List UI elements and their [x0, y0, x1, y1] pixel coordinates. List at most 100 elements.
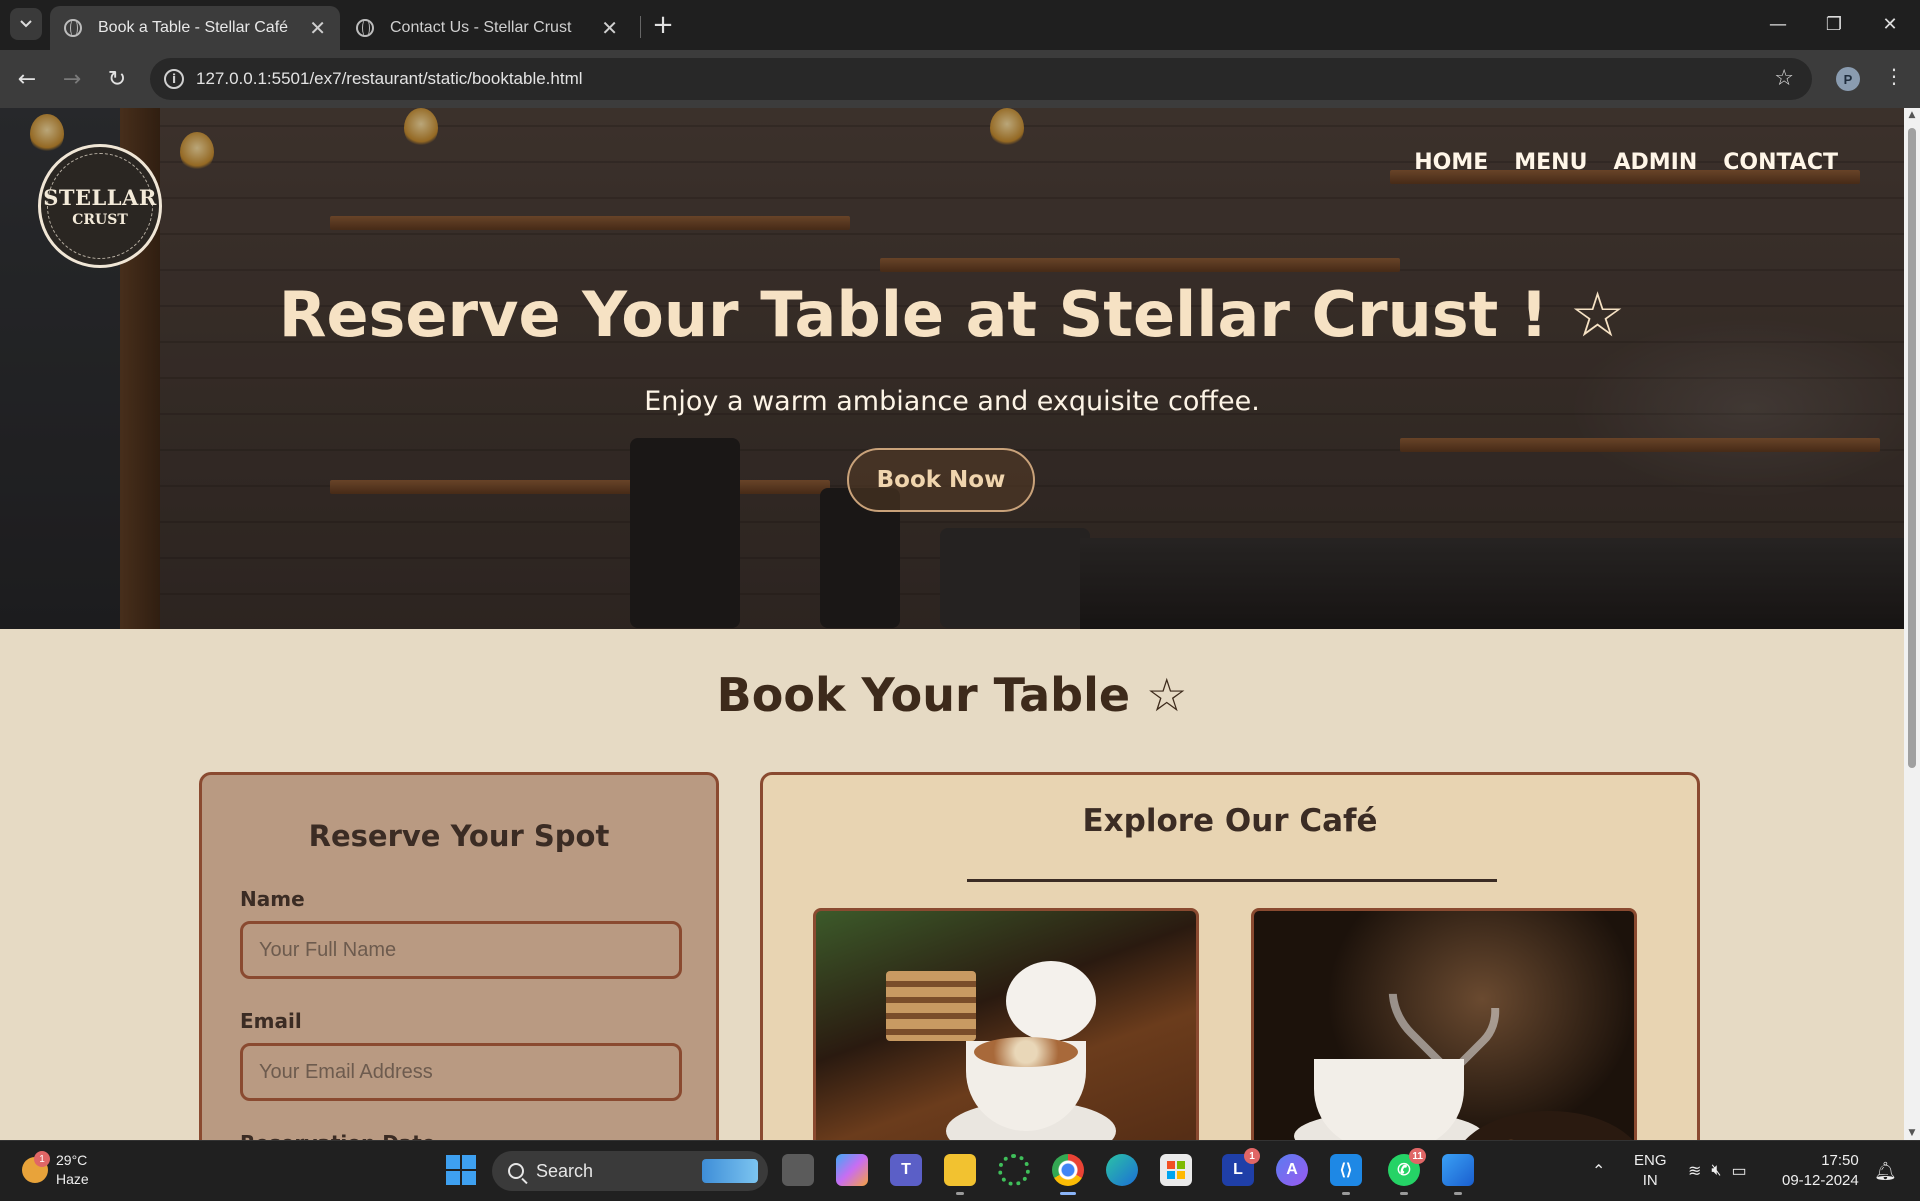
whatsapp-badge: 11 [1409, 1148, 1426, 1164]
email-label: Email [240, 1009, 302, 1033]
minimize-button[interactable]: — [1758, 8, 1798, 40]
bookmark-star-icon[interactable]: ☆ [1774, 66, 1794, 91]
weather-condition: Haze [56, 1171, 89, 1187]
store-icon[interactable] [1160, 1154, 1192, 1186]
teapot-decor [1006, 961, 1096, 1041]
loader-app-icon[interactable] [998, 1154, 1030, 1186]
latte-art-decor [974, 1037, 1078, 1067]
globe-icon [356, 19, 374, 37]
main-nav: HOME MENU ADMIN CONTACT [1414, 150, 1838, 175]
chevron-down-icon [20, 20, 32, 28]
system-tray-icons[interactable]: ≋ 🔇︎ ▭ [1688, 1141, 1747, 1201]
book-now-button[interactable]: Book Now [847, 448, 1035, 512]
l-app-icon[interactable]: L1 [1222, 1148, 1260, 1186]
notification-bell-icon[interactable]: 🔔︎ [1874, 1141, 1897, 1201]
search-icon [508, 1163, 524, 1179]
explore-heading: Explore Our Café [1082, 803, 1378, 839]
whatsapp-icon[interactable]: ✆ 11 [1388, 1148, 1426, 1195]
file-explorer-icon[interactable] [944, 1154, 976, 1195]
windows-taskbar: 1 29°C Haze Search T L1 A ⟨⟩ ✆ 11 ⌃ ENG I… [0, 1140, 1920, 1200]
chrome-icon[interactable] [1052, 1154, 1084, 1195]
l-app-badge: 1 [1244, 1148, 1260, 1164]
vscode-icon[interactable]: ⟨⟩ [1330, 1154, 1362, 1195]
logo-ring [47, 153, 153, 259]
weather-temp: 29°C [56, 1152, 88, 1168]
tab-contact-us[interactable]: Contact Us - Stellar Crust ✕ [342, 6, 632, 50]
lang-line1: ENG [1634, 1152, 1667, 1169]
tab-divider [640, 16, 641, 38]
wifi-icon: ≋ [1688, 1163, 1702, 1180]
new-tab-button[interactable]: + [648, 10, 678, 40]
volume-muted-icon: 🔇︎ [1711, 1162, 1722, 1179]
clock-time: 17:50 [1821, 1152, 1859, 1169]
clock-date: 09-12-2024 [1782, 1172, 1859, 1189]
teams-icon[interactable]: T [890, 1154, 922, 1186]
page-scrollbar[interactable]: ▲ ▼ [1904, 108, 1920, 1140]
close-tab-icon[interactable]: ✕ [601, 16, 618, 41]
browser-toolbar: ← → ↻ i 127.0.0.1:5501/ex7/restaurant/st… [0, 50, 1920, 108]
search-label: Search [536, 1160, 594, 1181]
back-button[interactable]: ← [11, 63, 43, 95]
name-label: Name [240, 887, 305, 911]
cafe-photo-latte-cake [813, 908, 1199, 1140]
coffee-beans-decor [1454, 1111, 1634, 1140]
copilot-icon[interactable] [836, 1154, 868, 1186]
tray-overflow-chevron-icon[interactable]: ⌃ [1592, 1141, 1605, 1201]
task-view-icon[interactable] [782, 1154, 814, 1186]
restore-button[interactable]: ❐ [1814, 8, 1854, 40]
arc-app-icon[interactable]: A [1276, 1154, 1308, 1186]
tab-book-a-table[interactable]: Book a Table - Stellar Café ✕ [50, 6, 340, 50]
nav-admin[interactable]: ADMIN [1613, 150, 1697, 175]
taskbar-search[interactable]: Search [492, 1151, 768, 1191]
globe-icon [64, 19, 82, 37]
lang-line2: IN [1642, 1172, 1658, 1189]
profile-avatar[interactable]: P [1836, 67, 1860, 91]
scroll-down-icon[interactable]: ▼ [1907, 1128, 1917, 1138]
forward-button[interactable]: → [56, 63, 88, 95]
weather-haze-icon: 1 [22, 1151, 50, 1183]
language-indicator[interactable]: ENG IN [1634, 1141, 1667, 1201]
weather-badge: 1 [34, 1151, 50, 1167]
nav-home[interactable]: HOME [1414, 150, 1488, 175]
heart-steam-decor [1366, 923, 1522, 1079]
close-tab-icon[interactable]: ✕ [309, 16, 326, 41]
weather-widget[interactable]: 1 29°C Haze [22, 1151, 89, 1189]
page-viewport: STELLAR CRUST HOME MENU ADMIN CONTACT Re… [0, 108, 1904, 1140]
cake-slice-decor [886, 971, 976, 1041]
nav-menu[interactable]: MENU [1514, 150, 1587, 175]
cafe-photo-coffee-heart [1251, 908, 1637, 1140]
battery-icon: ▭ [1731, 1163, 1747, 1180]
reservation-date-label: Reservation Date [240, 1131, 435, 1140]
photos-icon[interactable] [1442, 1154, 1474, 1195]
name-input[interactable]: Your Full Name [240, 921, 682, 979]
email-input[interactable]: Your Email Address [240, 1043, 682, 1101]
address-bar[interactable]: i 127.0.0.1:5501/ex7/restaurant/static/b… [150, 58, 1812, 100]
store-grid-icon [1167, 1161, 1185, 1179]
url-text[interactable]: 127.0.0.1:5501/ex7/restaurant/static/boo… [196, 69, 583, 89]
search-highlight-image [702, 1159, 758, 1183]
hero-section: STELLAR CRUST HOME MENU ADMIN CONTACT Re… [0, 108, 1904, 629]
site-info-icon[interactable]: i [164, 69, 184, 89]
section-title: Book Your Table ☆ [716, 668, 1188, 722]
scroll-up-icon[interactable]: ▲ [1907, 110, 1917, 120]
hero-subtitle: Enjoy a warm ambiance and exquisite coff… [644, 386, 1260, 417]
scrollbar-thumb[interactable] [1908, 128, 1916, 768]
clock[interactable]: 17:50 09-12-2024 [1782, 1141, 1859, 1201]
stellar-crust-logo[interactable]: STELLAR CRUST [38, 144, 162, 268]
cup-decor [1314, 1059, 1464, 1140]
hero-title: Reserve Your Table at Stellar Crust ! ☆ [278, 278, 1626, 351]
explore-cafe-card: Explore Our Café [760, 772, 1700, 1140]
edge-icon[interactable] [1106, 1154, 1138, 1186]
close-window-button[interactable]: ✕ [1870, 8, 1910, 40]
tab-search-button[interactable] [10, 8, 42, 40]
tab-title: Book a Table - Stellar Café [98, 19, 289, 36]
nav-contact[interactable]: CONTACT [1723, 150, 1838, 175]
reload-button[interactable]: ↻ [101, 63, 133, 95]
form-heading: Reserve Your Spot [308, 819, 610, 853]
browser-tab-bar: Book a Table - Stellar Café ✕ Contact Us… [0, 0, 1920, 50]
heading-underline [967, 879, 1497, 882]
tab-title: Contact Us - Stellar Crust [390, 19, 572, 36]
menu-kebab-icon[interactable]: ⋮ [1884, 64, 1904, 88]
windows-start-icon[interactable] [446, 1155, 476, 1185]
hero-overlay [0, 108, 1904, 629]
